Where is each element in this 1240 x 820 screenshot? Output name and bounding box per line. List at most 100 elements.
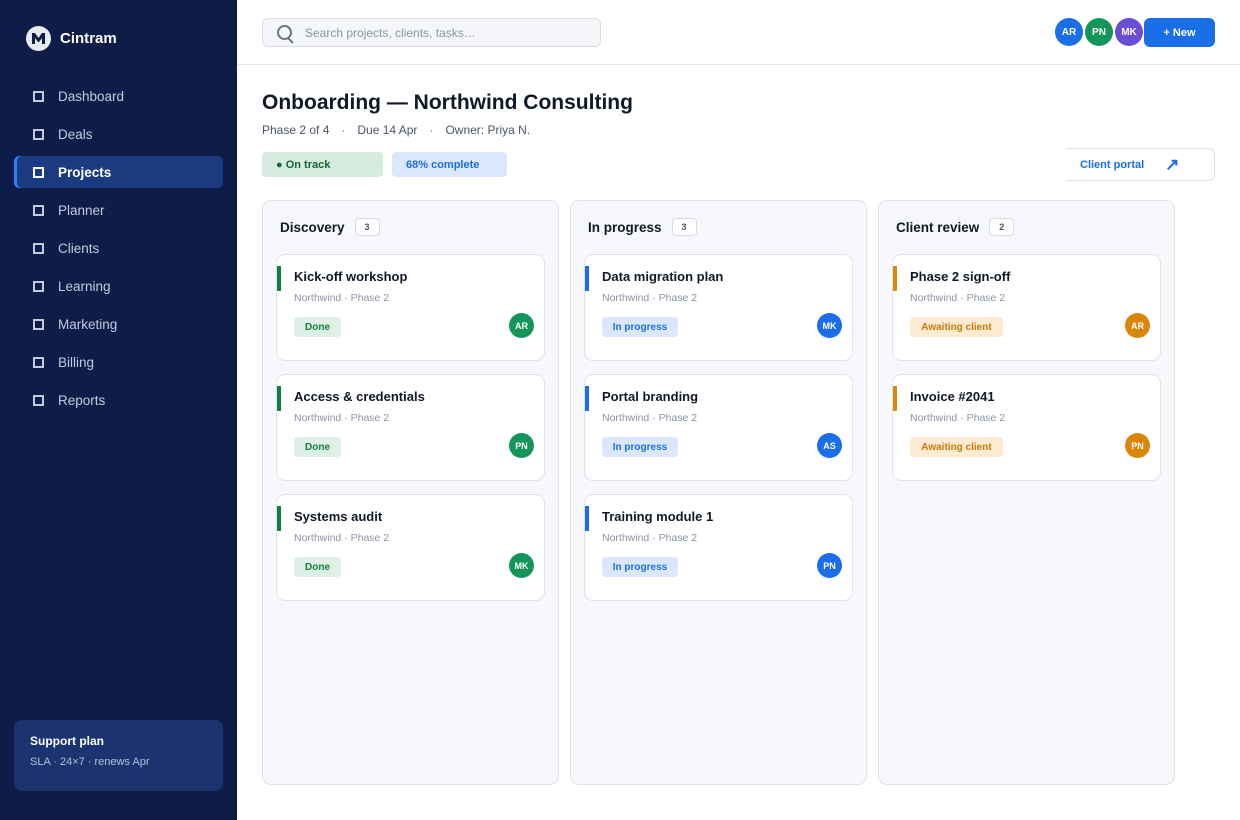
project-phase: Phase 2 of 4	[262, 123, 330, 137]
card-title: Training module 1	[602, 509, 714, 524]
sidebar-item-label: Dashboard	[58, 88, 125, 104]
avatar[interactable]: PN	[1085, 18, 1113, 46]
assignee-avatar: PN	[1125, 433, 1150, 458]
avatar[interactable]: MK	[1115, 18, 1143, 46]
sidebar-item-label: Clients	[58, 240, 100, 256]
card-status-badge: Done	[294, 317, 341, 337]
project-owner: Owner: Priya N.	[445, 123, 531, 137]
card-subtitle: Northwind · Phase 2	[602, 292, 698, 304]
sidebar-item-label: Marketing	[58, 316, 118, 332]
board-column-discovery: Discovery 3 Kick-off workshop Northwind …	[262, 200, 559, 785]
column-count: 3	[671, 218, 697, 236]
support-plan-subtitle: SLA · 24×7 · renews Apr	[30, 756, 150, 768]
sidebar-item-label: Billing	[58, 354, 95, 370]
card-status-badge: In progress	[602, 437, 678, 457]
brand-name: Cintram	[60, 30, 117, 47]
sidebar-item-label: Deals	[58, 126, 93, 142]
sidebar: Cintram Dashboard Deals Projects Planner…	[0, 0, 237, 820]
search-icon	[277, 24, 293, 41]
column-count: 2	[989, 218, 1015, 236]
sidebar-item-billing[interactable]: Billing	[14, 346, 223, 378]
column-title: Client review	[896, 219, 980, 235]
square-icon	[33, 242, 44, 254]
square-icon	[33, 394, 44, 406]
square-icon	[33, 90, 44, 102]
brand-logo-icon	[26, 26, 51, 51]
card-title: Phase 2 sign-off	[910, 269, 1011, 284]
card-accent	[585, 386, 589, 411]
card-accent	[893, 386, 897, 411]
new-button[interactable]: + New	[1144, 18, 1215, 47]
task-card[interactable]: Phase 2 sign-off Northwind · Phase 2 Awa…	[892, 254, 1161, 361]
card-subtitle: Northwind · Phase 2	[602, 412, 698, 424]
card-status-badge: In progress	[602, 317, 678, 337]
search-box[interactable]	[262, 18, 601, 47]
sidebar-item-reports[interactable]: Reports	[14, 384, 223, 416]
square-icon	[33, 356, 44, 368]
meta-separator: ·	[429, 123, 434, 137]
sidebar-item-dashboard[interactable]: Dashboard	[14, 80, 223, 112]
card-title: Invoice #2041	[910, 389, 995, 404]
assignee-avatar: PN	[509, 433, 534, 458]
project-due-date: Due 14 Apr	[357, 123, 418, 137]
card-accent	[585, 266, 589, 291]
sidebar-item-clients[interactable]: Clients	[14, 232, 223, 264]
avatar[interactable]: AR	[1055, 18, 1083, 46]
card-status-badge: Done	[294, 437, 341, 457]
sidebar-item-projects[interactable]: Projects	[14, 156, 223, 188]
card-title: Kick-off workshop	[294, 269, 408, 284]
sidebar-item-marketing[interactable]: Marketing	[14, 308, 223, 340]
sidebar-item-label: Learning	[58, 278, 111, 294]
external-arrow-icon: ↗	[1165, 155, 1180, 174]
client-portal-button[interactable]: Client portal ↗	[1066, 148, 1215, 181]
square-icon	[33, 280, 44, 292]
sidebar-item-planner[interactable]: Planner	[14, 194, 223, 226]
card-accent	[585, 506, 589, 531]
meta-separator: ·	[341, 123, 346, 137]
task-card[interactable]: Portal branding Northwind · Phase 2 In p…	[584, 374, 853, 481]
card-status-badge: Awaiting client	[910, 437, 1003, 457]
card-subtitle: Northwind · Phase 2	[294, 532, 390, 544]
assignee-avatar: PN	[817, 553, 842, 578]
project-meta: Phase 2 of 4 · Due 14 Apr · Owner: Priya…	[262, 123, 530, 137]
square-icon	[33, 204, 44, 216]
brand[interactable]: Cintram	[26, 26, 117, 51]
card-subtitle: Northwind · Phase 2	[602, 532, 698, 544]
task-card[interactable]: Training module 1 Northwind · Phase 2 In…	[584, 494, 853, 601]
task-card[interactable]: Access & credentials Northwind · Phase 2…	[276, 374, 545, 481]
board-column-client-review: Client review 2 Phase 2 sign-off Northwi…	[878, 200, 1175, 785]
card-subtitle: Northwind · Phase 2	[910, 292, 1006, 304]
square-icon	[33, 166, 44, 178]
card-subtitle: Northwind · Phase 2	[294, 292, 390, 304]
assignee-avatar: AR	[1125, 313, 1150, 338]
search-input[interactable]	[305, 25, 575, 40]
card-subtitle: Northwind · Phase 2	[910, 412, 1006, 424]
support-plan-card[interactable]: Support plan SLA · 24×7 · renews Apr	[14, 720, 223, 791]
task-card[interactable]: Data migration plan Northwind · Phase 2 …	[584, 254, 853, 361]
card-status-badge: Awaiting client	[910, 317, 1003, 337]
status-badge: ● On track	[262, 152, 383, 177]
client-portal-label: Client portal	[1080, 158, 1145, 171]
support-plan-title: Support plan	[30, 734, 104, 748]
column-header: Client review 2	[896, 218, 1015, 236]
card-title: Portal branding	[602, 389, 699, 404]
column-header: In progress 3	[588, 218, 697, 236]
sidebar-item-learning[interactable]: Learning	[14, 270, 223, 302]
task-card[interactable]: Invoice #2041 Northwind · Phase 2 Awaiti…	[892, 374, 1161, 481]
card-accent	[277, 506, 281, 531]
assignee-avatar: AS	[817, 433, 842, 458]
sidebar-item-deals[interactable]: Deals	[14, 118, 223, 150]
task-card[interactable]: Systems audit Northwind · Phase 2 Done M…	[276, 494, 545, 601]
card-status-badge: Done	[294, 557, 341, 577]
square-icon	[33, 128, 44, 140]
card-accent	[893, 266, 897, 291]
card-subtitle: Northwind · Phase 2	[294, 412, 390, 424]
top-bar: AR PN MK + New	[237, 0, 1240, 65]
column-title: In progress	[588, 219, 662, 235]
task-card[interactable]: Kick-off workshop Northwind · Phase 2 Do…	[276, 254, 545, 361]
column-title: Discovery	[280, 219, 345, 235]
progress-badge: 68% complete	[392, 152, 507, 177]
assignee-avatar: MK	[509, 553, 534, 578]
card-title: Systems audit	[294, 509, 383, 524]
column-header: Discovery 3	[280, 218, 380, 236]
